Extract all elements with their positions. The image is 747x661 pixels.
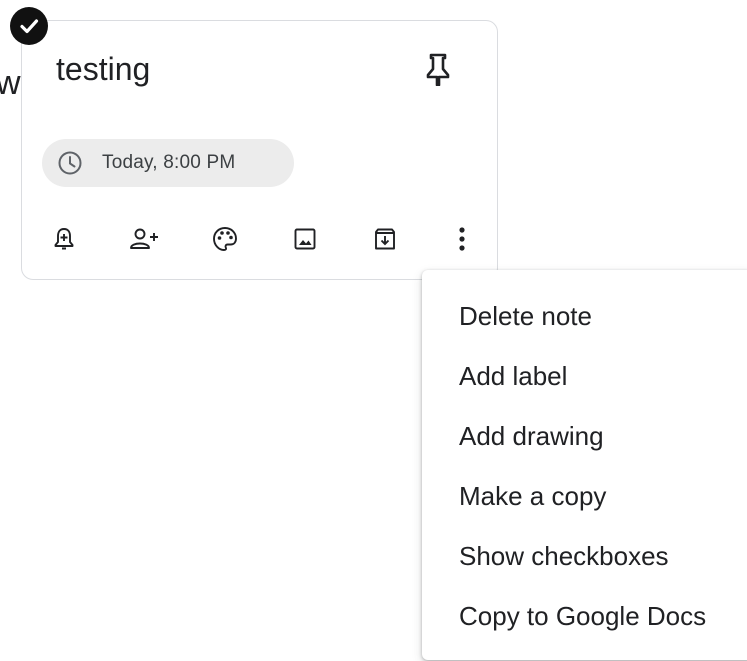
menu-item-delete-note[interactable]: Delete note xyxy=(422,286,747,346)
menu-item-copy-to-google-docs[interactable]: Copy to Google Docs xyxy=(422,586,747,646)
note-toolbar xyxy=(38,217,478,261)
collaborator-button[interactable] xyxy=(123,217,167,261)
image-icon xyxy=(292,226,318,252)
more-options-menu: Delete note Add label Add drawing Make a… xyxy=(422,270,747,660)
menu-item-make-a-copy[interactable]: Make a copy xyxy=(422,466,747,526)
pin-icon xyxy=(423,52,453,86)
more-button[interactable] xyxy=(440,217,484,261)
check-icon xyxy=(18,15,40,37)
clock-icon xyxy=(54,147,86,179)
reminder-label: Today, 8:00 PM xyxy=(102,152,236,173)
more-vert-icon xyxy=(457,225,467,253)
archive-icon xyxy=(372,226,398,252)
person-add-icon xyxy=(129,226,161,252)
pin-button[interactable] xyxy=(418,49,458,89)
note-title[interactable]: testing xyxy=(56,53,150,85)
select-note-checkbox[interactable] xyxy=(10,7,48,45)
archive-button[interactable] xyxy=(363,217,407,261)
page: w testing Today, 8:00 PM Delete note Add… xyxy=(0,0,747,661)
background-partial-text: w xyxy=(0,64,21,102)
palette-icon xyxy=(211,225,239,253)
bell-plus-icon xyxy=(52,226,76,252)
reminder-chip[interactable]: Today, 8:00 PM xyxy=(42,139,294,187)
remind-me-button[interactable] xyxy=(42,217,86,261)
add-image-button[interactable] xyxy=(283,217,327,261)
note-card[interactable]: testing Today, 8:00 PM xyxy=(21,20,498,280)
menu-item-add-drawing[interactable]: Add drawing xyxy=(422,406,747,466)
menu-item-show-checkboxes[interactable]: Show checkboxes xyxy=(422,526,747,586)
menu-item-add-label[interactable]: Add label xyxy=(422,346,747,406)
background-options-button[interactable] xyxy=(203,217,247,261)
